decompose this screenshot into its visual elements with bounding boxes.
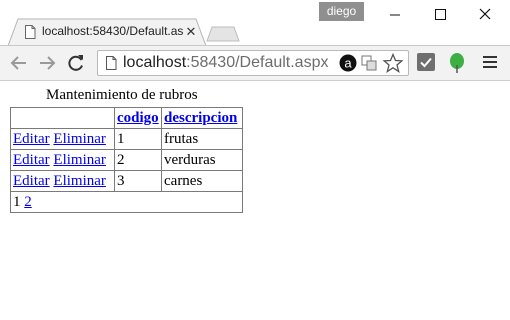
profile-badge[interactable]: diego [319, 2, 364, 21]
svg-text:a: a [344, 56, 352, 71]
reload-icon [68, 55, 83, 71]
current-page: 1 [13, 193, 21, 210]
back-button[interactable] [8, 52, 30, 74]
pager: 1 2 [10, 191, 243, 213]
table-row: Editar Eliminar 2 verduras [10, 149, 243, 171]
table-header-row: codigo descripcion [10, 107, 243, 129]
row-actions: Editar Eliminar [10, 170, 115, 192]
edit-link[interactable]: Editar [13, 131, 50, 147]
tab-title: localhost:58430/Default.aspx [42, 24, 184, 38]
table-caption: Mantenimiento de rubros [46, 87, 198, 103]
star-icon[interactable] [383, 53, 403, 73]
checkmark-extension-icon[interactable] [416, 52, 436, 72]
descripcion-header: descripcion [161, 107, 243, 129]
edit-link[interactable]: Editar [13, 173, 50, 189]
rubros-table: codigo descripcion Editar Eliminar 1 fru… [10, 107, 243, 213]
pager-row: 1 2 [10, 191, 243, 213]
delete-link[interactable]: Eliminar [53, 152, 106, 168]
table-row: Editar Eliminar 3 carnes [10, 170, 243, 192]
forward-arrow-icon [40, 56, 56, 70]
new-tab-button[interactable] [206, 26, 240, 42]
browser-tab[interactable]: localhost:58430/Default.aspx ✕ [8, 18, 206, 46]
minimize-icon [390, 14, 400, 16]
browser-toolbar: localhost:58430/Default.aspx a [0, 46, 510, 81]
page-content: Mantenimiento de rubros codigo descripci… [0, 81, 510, 320]
translate-icon[interactable] [361, 55, 377, 71]
codigo-header: codigo [114, 107, 162, 129]
actions-header [10, 107, 115, 129]
row-actions: Editar Eliminar [10, 149, 115, 171]
page-icon [106, 56, 117, 70]
descripcion-cell: carnes [161, 170, 243, 192]
descripcion-cell: frutas [161, 128, 243, 150]
close-window-button[interactable] [470, 4, 500, 26]
sort-codigo-link[interactable]: codigo [117, 110, 159, 126]
url-path: :58430/Default.aspx [186, 54, 329, 71]
edit-link[interactable]: Editar [13, 152, 50, 168]
table-row: Editar Eliminar 1 frutas [10, 128, 243, 150]
extension-a-icon[interactable]: a [339, 54, 357, 72]
menu-icon[interactable] [481, 52, 499, 72]
close-icon: ✕ [185, 24, 197, 39]
address-bar[interactable]: localhost:58430/Default.aspx a [97, 50, 409, 76]
row-actions: Editar Eliminar [10, 128, 115, 150]
minimize-button[interactable] [380, 4, 410, 26]
codigo-cell: 3 [114, 170, 162, 192]
sort-descripcion-link[interactable]: descripcion [164, 110, 237, 126]
page-2-link[interactable]: 2 [24, 194, 32, 210]
close-icon [479, 8, 491, 20]
maximize-icon [435, 9, 446, 20]
codigo-cell: 1 [114, 128, 162, 150]
codigo-cell: 2 [114, 149, 162, 171]
forward-button[interactable] [36, 52, 58, 74]
page-icon [25, 25, 36, 39]
descripcion-cell: verduras [161, 149, 243, 171]
reload-button[interactable] [65, 52, 87, 74]
tab-close-button[interactable]: ✕ [184, 25, 198, 39]
delete-link[interactable]: Eliminar [53, 131, 106, 147]
title-bar: diego localhost:58430/Default.aspx ✕ [0, 0, 510, 46]
back-arrow-icon [10, 56, 26, 70]
url-host: localhost [123, 54, 187, 71]
maximize-button[interactable] [425, 4, 455, 26]
leaf-extension-icon[interactable] [447, 52, 467, 74]
url-text[interactable]: localhost:58430/Default.aspx [123, 54, 328, 72]
delete-link[interactable]: Eliminar [53, 173, 106, 189]
